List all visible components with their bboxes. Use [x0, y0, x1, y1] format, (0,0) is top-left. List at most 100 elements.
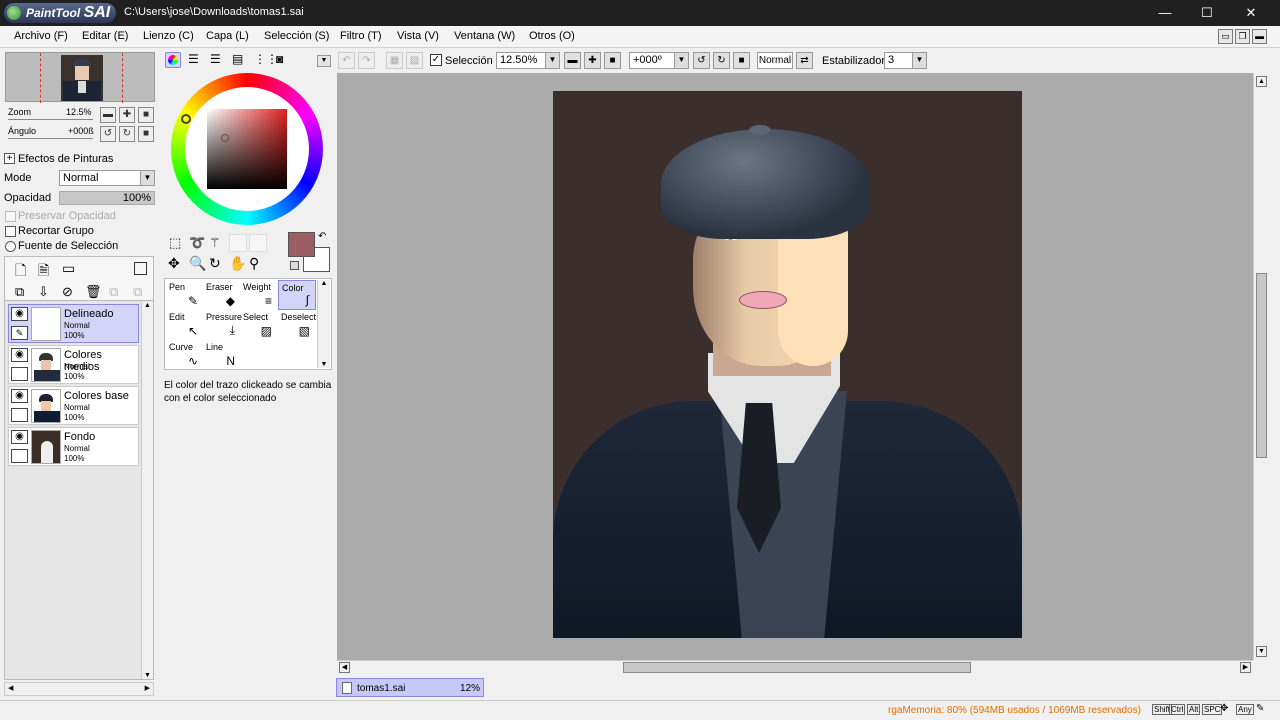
panel-menu-icon[interactable]: ▼	[317, 55, 331, 67]
hsv-slider-icon[interactable]: ☰	[210, 52, 221, 66]
clear-layer-icon[interactable]: ⊘	[62, 284, 73, 300]
copy-layer-icon[interactable]: ⧉	[15, 284, 24, 300]
lasso-icon[interactable]: ➰	[189, 235, 205, 251]
hand-icon[interactable]: ✋	[229, 255, 246, 272]
tool-curve[interactable]: Curve ∿	[166, 340, 204, 370]
maximize-button[interactable]: ☐	[1184, 0, 1230, 26]
move-icon[interactable]: ✥	[168, 255, 180, 272]
zoom-in-icon[interactable]: ✚	[119, 107, 135, 123]
undo-icon[interactable]: ↶	[338, 52, 355, 69]
angle-slider[interactable]	[8, 138, 93, 139]
zoom-reset-icon[interactable]: ■	[138, 107, 154, 123]
canvas-vscrollbar[interactable]: ▲ ▼	[1253, 73, 1269, 660]
expand-effects-icon[interactable]: +	[4, 153, 15, 164]
menu-otros[interactable]: Otros (O)	[529, 30, 575, 42]
rotate-reset-icon[interactable]: ■	[138, 126, 154, 142]
zoom-out-button[interactable]: ▬	[564, 52, 581, 69]
scratchpad-icon[interactable]: ◙	[276, 52, 283, 66]
layer-check-box[interactable]	[11, 408, 28, 422]
swatches-icon[interactable]: ▤	[232, 52, 243, 66]
canvas-vscroll-thumb[interactable]	[1256, 273, 1267, 458]
scroll-up-icon[interactable]: ▲	[1256, 76, 1267, 87]
menu-editar[interactable]: Editar (E)	[82, 30, 128, 42]
rect-select-icon[interactable]: ⬚	[169, 235, 181, 251]
default-colors-icon[interactable]	[290, 261, 299, 270]
zoom-slider[interactable]	[8, 119, 93, 120]
tool-pen[interactable]: Pen ✎	[166, 280, 204, 310]
delete-layer-icon[interactable]: 🗑	[85, 284, 102, 300]
menu-lienzo[interactable]: Lienzo (C)	[143, 30, 194, 42]
layer-row[interactable]: ◉ Colores medios Normal 100%	[8, 345, 139, 384]
tool-weight[interactable]: Weight ≡	[240, 280, 278, 310]
scroll-down-icon[interactable]: ▼	[1256, 646, 1267, 657]
menu-archivo[interactable]: Archivo (F)	[14, 30, 68, 42]
opacity-slider[interactable]: 100%	[59, 191, 155, 205]
layer-row[interactable]: ◉ Colores base Normal 100%	[8, 386, 139, 425]
menu-filtro[interactable]: Filtro (T)	[340, 30, 382, 42]
eye-icon[interactable]: ◉	[11, 389, 28, 403]
scroll-right-icon[interactable]: ▶	[1240, 662, 1251, 673]
layer-row[interactable]: ◉ ✎ Delineado Normal 100%	[8, 304, 139, 343]
menu-ventana[interactable]: Ventana (W)	[454, 30, 515, 42]
rotate-icon[interactable]: ↻	[209, 255, 221, 272]
brush-lock-icon[interactable]: ✎	[11, 326, 28, 340]
tool-select[interactable]: Select ▨	[240, 310, 278, 340]
zoom-icon[interactable]: 🔍	[189, 255, 206, 272]
new-layer-icon[interactable]: 🗋	[15, 260, 26, 284]
layer-check-box[interactable]	[11, 367, 28, 381]
tools-scrollbar[interactable]: ▲ ▼	[317, 280, 330, 368]
layers-hscrollbar[interactable]: ◀ ▶	[4, 682, 154, 696]
selection-source-radio[interactable]	[5, 241, 16, 252]
mdi-restore-button[interactable]: ❐	[1235, 29, 1250, 44]
redo-icon[interactable]: ↷	[358, 52, 375, 69]
tool-eraser[interactable]: Eraser ◆	[203, 280, 241, 310]
layer-mask-icon[interactable]	[134, 262, 147, 275]
zoom-out-icon[interactable]: ▬	[100, 107, 116, 123]
magic-wand-icon[interactable]: ⚚	[209, 235, 221, 251]
layer-row[interactable]: ◉ Fondo Normal 100%	[8, 427, 139, 466]
invert-selection-icon[interactable]: ▧	[406, 52, 423, 69]
rgb-slider-icon[interactable]: ☰	[188, 52, 199, 66]
rotate-right-icon[interactable]: ↻	[119, 126, 135, 142]
primary-color-swatch[interactable]	[288, 232, 315, 257]
clip-group-checkbox[interactable]	[5, 226, 16, 237]
color-wheel[interactable]	[171, 73, 323, 225]
tool-line[interactable]: Line N	[203, 340, 241, 370]
canvas-artwork[interactable]	[553, 91, 1022, 638]
eye-icon[interactable]: ◉	[11, 307, 28, 321]
mdi-minimize-button[interactable]: ▭	[1218, 29, 1233, 44]
selection-checkbox[interactable]: ✓	[430, 54, 442, 66]
tool-pressure[interactable]: Pressure ⤓	[203, 310, 242, 340]
canvas-hscrollbar[interactable]: ◀ ▶	[337, 660, 1253, 674]
mdi-close-button[interactable]: ▬	[1252, 29, 1267, 44]
tool-edit[interactable]: Edit ↖	[166, 310, 204, 340]
menu-vista[interactable]: Vista (V)	[397, 30, 439, 42]
saturation-value-square[interactable]	[207, 109, 287, 189]
layer-check-box[interactable]	[11, 449, 28, 463]
rotate-cw-button[interactable]: ↻	[713, 52, 730, 69]
rotate-left-icon[interactable]: ↺	[100, 126, 116, 142]
rotate-reset-button[interactable]: ■	[733, 52, 750, 69]
zoom-in-button[interactable]: ✚	[584, 52, 601, 69]
flip-icon[interactable]: ⇄	[796, 52, 813, 69]
menu-capa[interactable]: Capa (L)	[206, 30, 249, 42]
merge-down-icon[interactable]: ⇩	[38, 284, 49, 300]
tool-color[interactable]: Color ∫	[278, 280, 316, 310]
document-tab[interactable]: tomas1.sai 12%	[336, 678, 484, 697]
zoom-select[interactable]: 12.50% ▼	[496, 52, 560, 69]
new-linework-layer-icon[interactable]: 🗎	[38, 260, 49, 284]
deselect-all-icon[interactable]: ▦	[386, 52, 403, 69]
close-button[interactable]: ✕	[1228, 0, 1274, 26]
eyedropper-icon[interactable]: ⚲	[249, 255, 259, 272]
eye-icon[interactable]: ◉	[11, 348, 28, 362]
canvas-viewport[interactable]	[337, 73, 1253, 660]
stabilizer-select[interactable]: 3 ▼	[884, 52, 927, 69]
rotate-ccw-button[interactable]: ↺	[693, 52, 710, 69]
canvas-hscroll-thumb[interactable]	[623, 662, 971, 673]
new-folder-icon[interactable]: ▭	[62, 260, 75, 277]
eye-icon[interactable]: ◉	[11, 430, 28, 444]
navigator-preview[interactable]	[5, 52, 155, 103]
blend-mode-button[interactable]: Normal	[757, 52, 793, 69]
minimize-button[interactable]: —	[1142, 0, 1188, 26]
menu-seleccion[interactable]: Selección (S)	[264, 30, 329, 42]
